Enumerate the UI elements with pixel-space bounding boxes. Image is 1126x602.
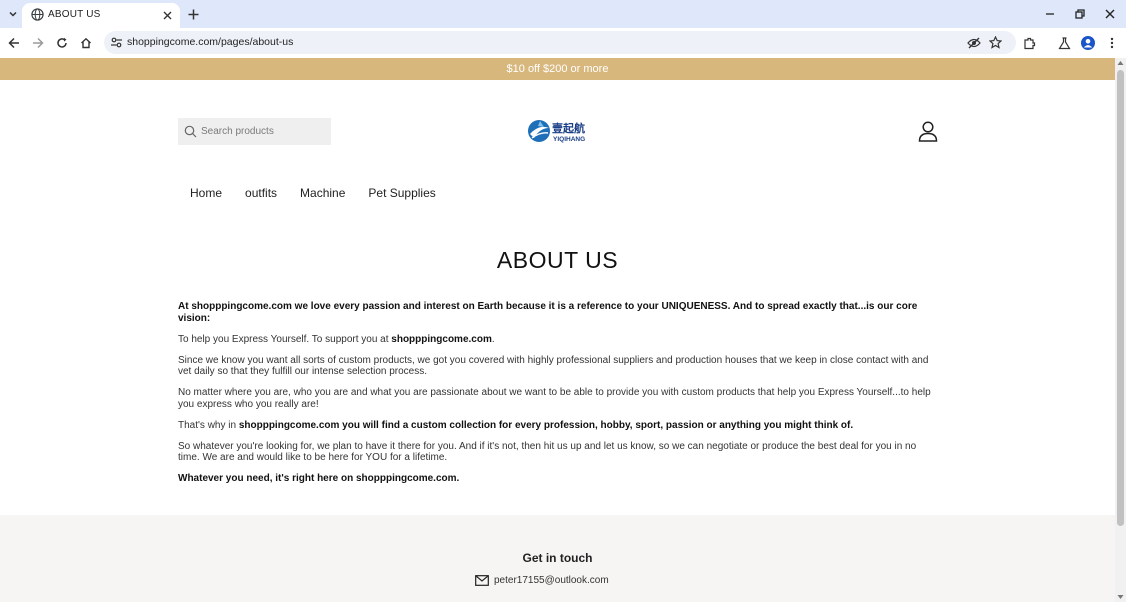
profile-avatar-icon[interactable] xyxy=(1079,34,1097,52)
extensions-puzzle-icon[interactable] xyxy=(1020,34,1038,52)
globe-icon xyxy=(31,8,44,21)
new-tab-plus-icon[interactable] xyxy=(185,6,201,22)
main-navigation: Home outfits Machine Pet Supplies xyxy=(190,186,436,200)
chevron-down-icon xyxy=(9,11,17,17)
nav-item-home[interactable]: Home xyxy=(190,186,222,200)
search-input[interactable] xyxy=(201,118,327,145)
paragraph-closing: Whatever you need, it's right here on sh… xyxy=(178,473,460,484)
search-box[interactable] xyxy=(178,118,331,145)
logo-text-en: YIQIHANG xyxy=(553,136,585,143)
search-icon xyxy=(184,125,197,138)
footer-email[interactable]: peter17155@outlook.com xyxy=(494,575,609,586)
paragraph-suppliers: Since we know you want all sorts of cust… xyxy=(178,354,929,378)
tab-title: ABOUT US xyxy=(48,9,101,20)
bookmark-star-icon[interactable] xyxy=(988,35,1003,50)
footer-title: Get in touch xyxy=(522,551,593,565)
address-bar[interactable]: shoppingcome.com/pages/about-us xyxy=(104,31,1016,54)
browser-tab-bar: ABOUT US xyxy=(0,0,1126,28)
minimize-icon[interactable] xyxy=(1042,6,1058,22)
page-scrollbar[interactable] xyxy=(1115,58,1126,602)
nav-item-pet-supplies[interactable]: Pet Supplies xyxy=(368,186,435,200)
paragraph-support: To help you Express Yourself. To support… xyxy=(178,333,495,345)
paragraph-collection: That's why in shopppingcome.com you will… xyxy=(178,419,854,431)
logo-mark: 壹起航 YIQIHANG xyxy=(528,120,585,143)
restore-icon[interactable] xyxy=(1072,6,1088,22)
account-user-icon[interactable] xyxy=(918,121,938,142)
eye-off-icon[interactable] xyxy=(966,35,981,50)
logo-text-cn: 壹起航 xyxy=(552,121,585,135)
site-logo[interactable]: 壹起航 YIQIHANG xyxy=(526,118,590,145)
page-viewport: $10 off $200 or more 壹起航 YIQIHANG Home o… xyxy=(0,58,1115,602)
forward-arrow-icon[interactable] xyxy=(29,34,47,52)
tab-search-button[interactable] xyxy=(4,5,22,23)
scroll-down-arrow-icon[interactable] xyxy=(1117,594,1124,600)
mail-icon xyxy=(475,575,489,586)
close-window-icon[interactable] xyxy=(1102,6,1118,22)
nav-item-outfits[interactable]: outfits xyxy=(245,186,277,200)
back-arrow-icon[interactable] xyxy=(5,34,23,52)
browser-tab-active[interactable]: ABOUT US xyxy=(22,3,180,28)
scrollbar-thumb[interactable] xyxy=(1117,70,1124,526)
site-info-icon[interactable] xyxy=(110,36,123,49)
about-content: At shopppingcome.com we love every passi… xyxy=(178,301,938,494)
footer: Get in touch peter17155@outlook.com xyxy=(0,515,1115,602)
tab-close-icon[interactable] xyxy=(160,8,174,22)
browser-toolbar: shoppingcome.com/pages/about-us xyxy=(0,28,1126,58)
paragraph-intro: At shopppingcome.com we love every passi… xyxy=(178,301,918,324)
reload-icon[interactable] xyxy=(53,34,71,52)
nav-item-machine[interactable]: Machine xyxy=(300,186,345,200)
footer-contact[interactable]: peter17155@outlook.com xyxy=(475,575,609,586)
page-title: ABOUT US xyxy=(496,247,619,273)
paragraph-lifetime: So whatever you're looking for, we plan … xyxy=(178,440,917,464)
lab-flask-icon[interactable] xyxy=(1055,34,1073,52)
announcement-bar: $10 off $200 or more xyxy=(0,58,1115,80)
scroll-up-arrow-icon[interactable] xyxy=(1117,60,1124,66)
home-icon[interactable] xyxy=(77,34,95,52)
paragraph-no-matter: No matter where you are, who you are and… xyxy=(178,387,931,410)
url-text[interactable]: shoppingcome.com/pages/about-us xyxy=(127,36,293,48)
more-menu-icon[interactable] xyxy=(1103,34,1121,52)
